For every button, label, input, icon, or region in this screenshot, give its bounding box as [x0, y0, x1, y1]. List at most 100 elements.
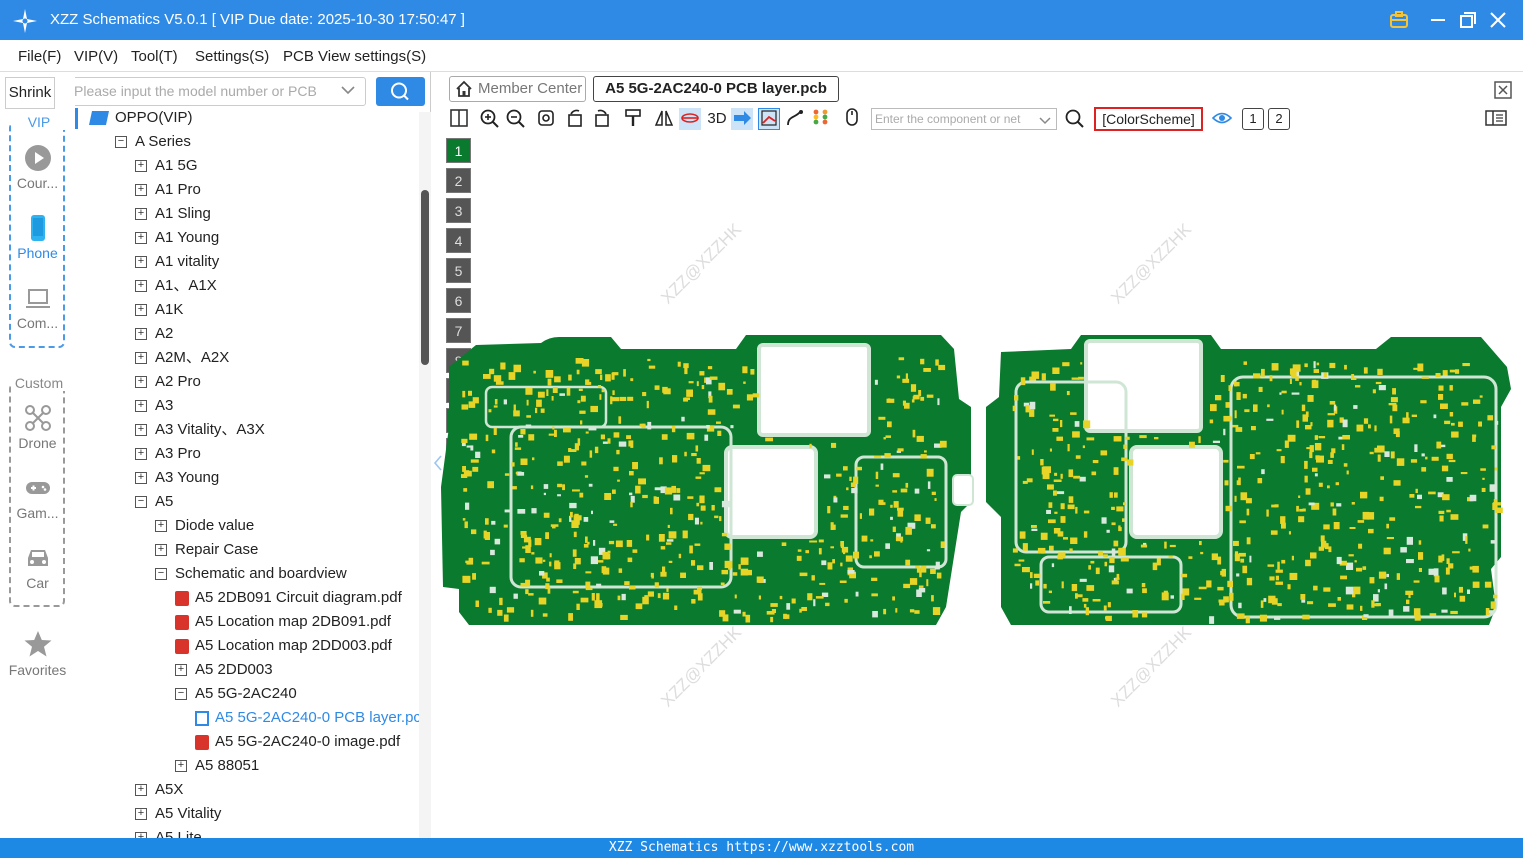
- tree-file-item[interactable]: A5 2DB091 Circuit diagram.pdf: [75, 587, 420, 609]
- tree-folder-item[interactable]: + A5 88051: [75, 755, 420, 777]
- split-view-icon[interactable]: [448, 108, 470, 130]
- tree-folder-item[interactable]: + A5 2DD003: [75, 659, 420, 681]
- vip-briefcase-icon[interactable]: [1386, 7, 1412, 33]
- category-computer[interactable]: Com...: [0, 284, 75, 331]
- collapse-icon[interactable]: −: [115, 136, 127, 148]
- expand-icon[interactable]: +: [135, 280, 147, 292]
- expand-icon[interactable]: +: [135, 448, 147, 460]
- tree-folder-item[interactable]: + A5X: [75, 779, 420, 801]
- tree-folder-item[interactable]: − A5: [75, 491, 420, 513]
- expand-icon[interactable]: +: [135, 784, 147, 796]
- pcb-board-left[interactable]: [441, 335, 971, 625]
- tree-folder-item[interactable]: + A1 5G: [75, 155, 420, 177]
- select-pointer-icon[interactable]: [731, 108, 753, 130]
- tab-member-center[interactable]: Member Center: [449, 76, 586, 102]
- component-search-icon[interactable]: [1063, 108, 1085, 130]
- tree-folder-item[interactable]: − Schematic and boardview: [75, 563, 420, 585]
- tree-root[interactable]: OPPO(VIP): [75, 108, 420, 129]
- expand-icon[interactable]: +: [135, 328, 147, 340]
- layer-button[interactable]: 5: [446, 258, 471, 283]
- tree-folder-item[interactable]: + A3 Vitality、A3X: [75, 419, 420, 441]
- color-scheme-button[interactable]: [ColorScheme]: [1094, 107, 1203, 131]
- tree-folder-item[interactable]: + Repair Case: [75, 539, 420, 561]
- tree-folder-item[interactable]: + A3 Pro: [75, 443, 420, 465]
- expand-icon[interactable]: +: [155, 544, 167, 556]
- chevron-left-icon[interactable]: [433, 454, 445, 476]
- tree-folder-item[interactable]: + A1K: [75, 299, 420, 321]
- category-phone[interactable]: Phone: [0, 214, 75, 261]
- menu-file[interactable]: File(F): [18, 48, 61, 65]
- chevron-down-icon[interactable]: [341, 82, 355, 98]
- view-1-button[interactable]: 1: [1242, 108, 1264, 130]
- close-all-tabs-icon[interactable]: [1493, 80, 1513, 100]
- tree-folder-item[interactable]: + A5 Lite: [75, 827, 420, 838]
- menu-tool[interactable]: Tool(T): [131, 48, 178, 65]
- tree-folder-item[interactable]: + A2 Pro: [75, 371, 420, 393]
- rotate-right-icon[interactable]: [591, 108, 613, 130]
- collapse-icon[interactable]: −: [175, 688, 187, 700]
- side-panel-toggle-icon[interactable]: [1485, 108, 1507, 130]
- menu-vip[interactable]: VIP(V): [74, 48, 118, 65]
- category-drone[interactable]: Drone: [0, 404, 75, 451]
- zoom-out-icon[interactable]: [504, 108, 526, 130]
- tree-folder-item[interactable]: − A Series: [75, 131, 420, 153]
- component-search-input[interactable]: Enter the component or net: [871, 108, 1057, 130]
- expand-icon[interactable]: +: [135, 160, 147, 172]
- tree-scrollbar-thumb[interactable]: [421, 190, 429, 365]
- mouse-mode-icon[interactable]: [841, 108, 863, 130]
- expand-icon[interactable]: +: [135, 208, 147, 220]
- pcb-canvas[interactable]: [441, 327, 1523, 632]
- category-game[interactable]: Gam...: [0, 474, 75, 521]
- tree-folder-item[interactable]: + A2: [75, 323, 420, 345]
- expand-icon[interactable]: +: [135, 376, 147, 388]
- maximize-button[interactable]: [1455, 7, 1481, 33]
- expand-icon[interactable]: +: [175, 664, 187, 676]
- chevron-down-icon[interactable]: [1039, 113, 1051, 131]
- eye-icon[interactable]: [1211, 108, 1233, 130]
- expand-icon[interactable]: +: [135, 472, 147, 484]
- category-car[interactable]: Car: [0, 544, 75, 591]
- pcb-board-right[interactable]: [986, 335, 1511, 625]
- expand-icon[interactable]: +: [155, 520, 167, 532]
- tree-file-item[interactable]: A5 Location map 2DD003.pdf: [75, 635, 420, 657]
- expand-icon[interactable]: +: [135, 352, 147, 364]
- expand-icon[interactable]: +: [135, 256, 147, 268]
- expand-icon[interactable]: +: [175, 760, 187, 772]
- layer-button[interactable]: 1: [446, 138, 471, 163]
- mirror-icon[interactable]: [653, 108, 675, 130]
- collapse-icon[interactable]: −: [155, 568, 167, 580]
- minimize-button[interactable]: [1425, 7, 1451, 33]
- layer-button[interactable]: 2: [446, 168, 471, 193]
- tree-file-item[interactable]: A5 5G-2AC240-0 PCB layer.pcb: [75, 707, 420, 729]
- tree-file-item[interactable]: A5 Location map 2DB091.pdf: [75, 611, 420, 633]
- category-courses[interactable]: Cour...: [0, 144, 75, 191]
- tree-folder-item[interactable]: + A2M、A2X: [75, 347, 420, 369]
- pins-grid-icon[interactable]: [810, 108, 832, 130]
- menu-settings[interactable]: Settings(S): [195, 48, 269, 65]
- tree-folder-item[interactable]: + A5 Vitality: [75, 803, 420, 825]
- layer-button[interactable]: 6: [446, 288, 471, 313]
- expand-icon[interactable]: +: [135, 232, 147, 244]
- tree-file-item[interactable]: A5 5G-2AC240-0 image.pdf: [75, 731, 420, 753]
- tree-folder-item[interactable]: + A1、A1X: [75, 275, 420, 297]
- expand-icon[interactable]: +: [135, 304, 147, 316]
- view-2-button[interactable]: 2: [1268, 108, 1290, 130]
- shrink-button[interactable]: Shrink: [5, 77, 55, 109]
- menu-pcb-view-settings[interactable]: PCB View settings(S): [283, 48, 426, 65]
- tree-folder-item[interactable]: + A1 Young: [75, 227, 420, 249]
- flip-board-icon[interactable]: [679, 108, 701, 130]
- expand-icon[interactable]: +: [135, 184, 147, 196]
- tree-folder-item[interactable]: + A3: [75, 395, 420, 417]
- fit-screen-icon[interactable]: [535, 108, 557, 130]
- tree-folder-item[interactable]: + Diode value: [75, 515, 420, 537]
- expand-icon[interactable]: +: [135, 424, 147, 436]
- layer-button[interactable]: 3: [446, 198, 471, 223]
- collapse-icon[interactable]: −: [135, 496, 147, 508]
- expand-icon[interactable]: +: [135, 400, 147, 412]
- zoom-in-icon[interactable]: [478, 108, 500, 130]
- tree-folder-item[interactable]: + A3 Young: [75, 467, 420, 489]
- trace-tool-icon[interactable]: [784, 108, 806, 130]
- search-button[interactable]: [376, 77, 425, 106]
- expand-icon[interactable]: +: [135, 808, 147, 820]
- close-button[interactable]: [1485, 7, 1511, 33]
